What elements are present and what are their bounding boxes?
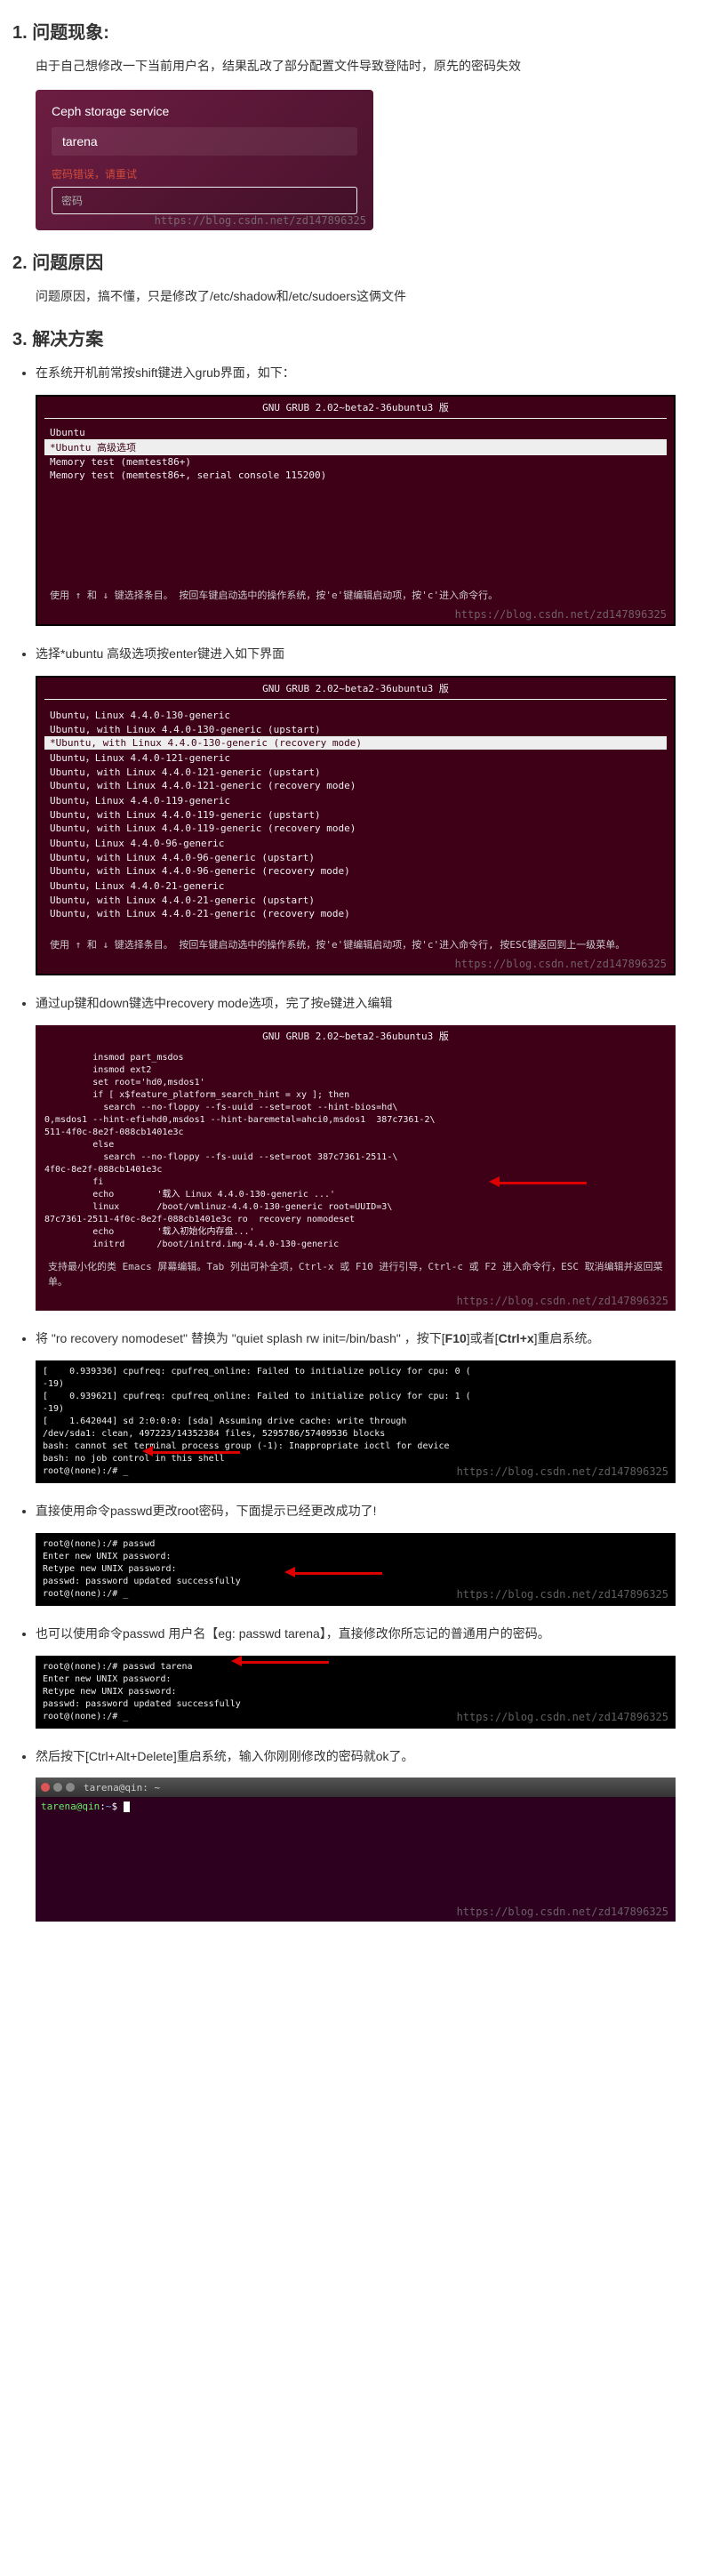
grub-item[interactable]: Ubuntu，Linux 4.4.0-21-generic	[44, 878, 667, 894]
grub-edit-body: insmod part_msdos insmod ext2 set root='…	[36, 1047, 676, 1256]
login-service-title: Ceph storage service	[52, 104, 357, 118]
ubuntu-terminal-title: tarena@qin: ~	[84, 1782, 160, 1794]
passwd-root-terminal: root@(none):/# passwdEnter new UNIX pass…	[36, 1533, 712, 1606]
grub-item[interactable]: Ubuntu, with Linux 4.4.0-21-generic (rec…	[44, 907, 667, 920]
watermark: https://blog.csdn.net/zd147896325	[28, 1295, 668, 1307]
login-error: 密码错误，请重试	[52, 166, 357, 181]
ubuntu-terminal: tarena@qin: ~ tarena@qin:~$ https://blog…	[36, 1778, 712, 1922]
grub-item[interactable]: Ubuntu, with Linux 4.4.0-121-generic (re…	[44, 779, 667, 792]
grub-item-selected[interactable]: *Ubuntu, with Linux 4.4.0-130-generic (r…	[44, 736, 667, 750]
grub-item[interactable]: Ubuntu, with Linux 4.4.0-121-generic (up…	[44, 766, 667, 779]
grub-title: GNU GRUB 2.02~beta2-36ubuntu3 版	[37, 678, 674, 699]
ubuntu-terminal-titlebar: tarena@qin: ~	[36, 1778, 676, 1797]
terminal-line: [ 1.642044] sd 2:0:0:0: [sda] Assuming d…	[43, 1416, 668, 1428]
solution-list: 在系统开机前常按shift键进入grub界面，如下：	[36, 363, 712, 384]
grub-title: GNU GRUB 2.02~beta2-36ubuntu3 版	[36, 1025, 676, 1047]
terminal-line: passwd: password updated successfully	[43, 1576, 668, 1588]
grub-item[interactable]: Ubuntu, with Linux 4.4.0-119-generic (up…	[44, 808, 667, 822]
maximize-icon[interactable]	[66, 1783, 75, 1792]
bullet-5: 直接使用命令passwd更改root密码，下面提示已经更改成功了!	[36, 1501, 712, 1522]
grub-item[interactable]: Memory test (memtest86+)	[44, 455, 667, 469]
section3-title: 3. 解决方案	[12, 325, 712, 350]
terminal-line: /dev/sda1: clean, 497223/14352384 files,…	[43, 1428, 668, 1440]
bullet-6: 也可以使用命令passwd 用户名【eg: passwd tarena】，直接修…	[36, 1624, 712, 1645]
grub-item[interactable]: Ubuntu, with Linux 4.4.0-21-generic (ups…	[44, 894, 667, 907]
watermark: https://blog.csdn.net/zd147896325	[457, 1587, 668, 1602]
grub-edit-footer: 支持最小化的类 Emacs 屏幕编辑。Tab 列出可补全项，Ctrl-x 或 F…	[36, 1256, 676, 1298]
terminal-line: passwd: password updated successfully	[43, 1698, 668, 1711]
terminal-line: root@(none):/# passwd tarena	[43, 1661, 668, 1673]
bullet-1: 在系统开机前常按shift键进入grub界面，如下：	[36, 363, 712, 384]
minimize-icon[interactable]	[53, 1783, 62, 1792]
section1-title: 1. 问题现象:	[12, 18, 712, 44]
close-icon[interactable]	[41, 1783, 50, 1792]
cursor	[124, 1802, 130, 1812]
terminal-line: -19)	[43, 1403, 668, 1416]
passwd-user-terminal: root@(none):/# passwd tarenaEnter new UN…	[36, 1656, 712, 1729]
section1-text: 由于自己想修改一下当前用户名，结果乱改了部分配置文件导致登陆时，原先的密码失效	[36, 56, 712, 76]
grub-item[interactable]: Ubuntu，Linux 4.4.0-121-generic	[44, 750, 667, 766]
grub-item[interactable]: Ubuntu, with Linux 4.4.0-130-generic (up…	[44, 723, 667, 736]
section2-text: 问题原因，搞不懂，只是修改了/etc/shadow和/etc/sudoers这俩…	[36, 286, 712, 306]
terminal-line: Enter new UNIX password:	[43, 1551, 668, 1563]
grub-item-selected[interactable]: *Ubuntu 高级选项	[44, 439, 667, 455]
terminal-line: bash: no job control in this shell	[43, 1453, 668, 1465]
bullet-7: 然后按下[Ctrl+Alt+Delete]重启系统，输入你刚刚修改的密码就ok了…	[36, 1746, 712, 1768]
terminal-line: root@(none):/# passwd	[43, 1538, 668, 1551]
watermark: https://blog.csdn.net/zd147896325	[30, 608, 667, 621]
login-username: tarena	[52, 127, 357, 156]
prompt-user: tarena@qin	[41, 1801, 100, 1812]
watermark: https://blog.csdn.net/zd147896325	[457, 1906, 668, 1918]
watermark: https://blog.csdn.net/zd147896325	[457, 1465, 668, 1480]
terminal-line: -19)	[43, 1378, 668, 1391]
watermark: https://blog.csdn.net/zd147896325	[155, 214, 366, 227]
terminal-line: bash: cannot set terminal process group …	[43, 1440, 668, 1453]
bullet-3: 通过up键和down键选中recovery mode选项，完了按e键进入编辑	[36, 993, 712, 1015]
terminal-line: Enter new UNIX password:	[43, 1673, 668, 1686]
grub-title: GNU GRUB 2.02~beta2-36ubuntu3 版	[37, 397, 674, 418]
login-screenshot: Ceph storage service tarena 密码错误，请重试 密码 …	[36, 90, 712, 230]
grub-item[interactable]: Ubuntu，Linux 4.4.0-96-generic	[44, 835, 667, 851]
grub-item[interactable]: Memory test (memtest86+, serial console …	[44, 469, 667, 482]
grub-item[interactable]: Ubuntu, with Linux 4.4.0-119-generic (re…	[44, 822, 667, 835]
grub-item[interactable]: Ubuntu, with Linux 4.4.0-96-generic (ups…	[44, 851, 667, 864]
grub-item[interactable]: Ubuntu，Linux 4.4.0-130-generic	[44, 707, 667, 723]
grub-item[interactable]: Ubuntu，Linux 4.4.0-119-generic	[44, 792, 667, 808]
terminal-line: Retype new UNIX password:	[43, 1686, 668, 1698]
grub-edit-screen: GNU GRUB 2.02~beta2-36ubuntu3 版 insmod p…	[36, 1025, 712, 1311]
bullet-2: 选择*ubuntu 高级选项按enter键进入如下界面	[36, 644, 712, 665]
login-password-input[interactable]: 密码	[52, 187, 357, 214]
watermark: https://blog.csdn.net/zd147896325	[30, 958, 667, 970]
section2-title: 2. 问题原因	[12, 248, 712, 274]
terminal-line: [ 0.939621] cpufreq: cpufreq_online: Fai…	[43, 1391, 668, 1403]
terminal-line: [ 0.939336] cpufreq: cpufreq_online: Fai…	[43, 1366, 668, 1378]
bullet-4: 将 "ro recovery nomodeset" 替换为 "quiet spl…	[36, 1328, 712, 1350]
grub-menu-1: GNU GRUB 2.02~beta2-36ubuntu3 版 Ubuntu*U…	[36, 395, 712, 627]
grub-item[interactable]: Ubuntu	[44, 426, 667, 439]
grub-item[interactable]: Ubuntu, with Linux 4.4.0-96-generic (rec…	[44, 864, 667, 878]
boot-terminal: [ 0.939336] cpufreq: cpufreq_online: Fai…	[36, 1360, 712, 1483]
grub-menu-2: GNU GRUB 2.02~beta2-36ubuntu3 版 Ubuntu，L…	[36, 676, 712, 976]
watermark: https://blog.csdn.net/zd147896325	[457, 1710, 668, 1725]
